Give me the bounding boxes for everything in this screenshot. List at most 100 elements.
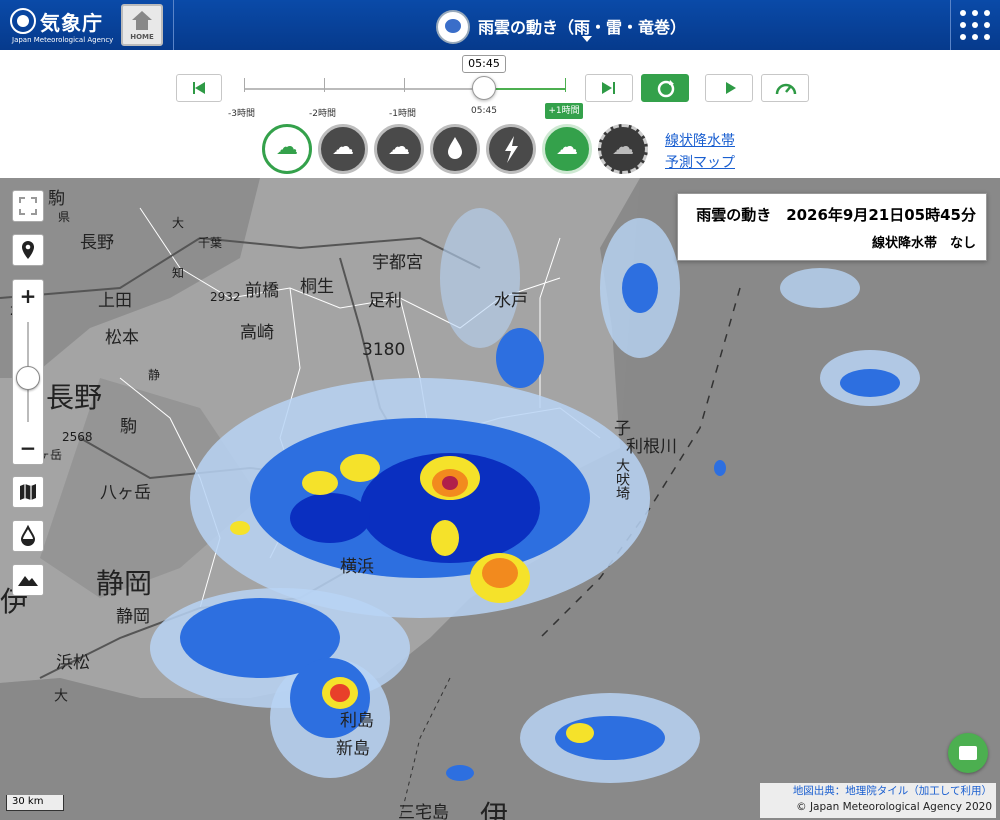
rainband-status: 線状降水帯 なし <box>871 236 976 251</box>
status-panel: 雨雲の動き 2026年9月21日05時45分 線状降水帯 なし <box>677 193 987 261</box>
tick-label-now: 05:45 <box>471 106 497 116</box>
play-button[interactable] <box>705 74 753 102</box>
map-label: 静岡 <box>96 567 153 600</box>
tick-label-minus1: -1時間 <box>389 109 416 119</box>
rain-drop-icon <box>448 137 462 159</box>
map-label: 2932 <box>210 290 241 304</box>
skip-to-end-button[interactable] <box>585 74 633 102</box>
map-label: 駒 <box>120 417 137 437</box>
map-label: 前橋 <box>245 281 279 301</box>
map-scale: 30 km <box>6 795 64 811</box>
refresh-icon <box>657 80 675 98</box>
linear-rainband-forecast-icon: ☁ <box>612 135 634 160</box>
map-label: 大 <box>172 216 185 230</box>
map-label: 長野 <box>46 381 103 414</box>
thunder-cloud-icon: ☁ <box>332 135 354 160</box>
layer-tornado-button[interactable]: ☁ <box>374 124 424 174</box>
map-label: 静 <box>148 368 161 382</box>
map-label: 八ヶ岳 <box>100 483 151 503</box>
terrain-button[interactable] <box>12 564 44 596</box>
zoom-control: + − <box>12 279 44 465</box>
map-label: 三宅島 <box>398 803 449 820</box>
map-label: 足利 <box>368 291 402 311</box>
credit-source-link[interactable]: 地図出典：地理院タイル（加工して利用） <box>760 783 992 799</box>
apps-menu-button[interactable] <box>960 10 990 40</box>
rainband-link[interactable]: 線状降水帯 <box>665 130 735 150</box>
map-label: 3180 <box>362 340 406 360</box>
layer-lightning-button[interactable] <box>486 124 536 174</box>
logo-text: 気象庁 <box>40 11 103 35</box>
rain-cloud-logo-icon <box>436 10 470 44</box>
fullscreen-button[interactable] <box>12 190 44 222</box>
refresh-button[interactable] <box>641 74 689 102</box>
map-label: 桐生 <box>300 277 334 297</box>
map-label: 水戸 <box>494 291 528 311</box>
tick-label-minus2: -2時間 <box>309 109 336 119</box>
app-header: 気象庁 Japan Meteorological Agency HOME 雨雲の… <box>0 0 1000 50</box>
home-icon <box>132 11 152 20</box>
credit-copyright: © Japan Meteorological Agency 2020 <box>796 801 992 813</box>
map-label: 2568 <box>62 430 93 444</box>
speed-button[interactable] <box>761 74 809 102</box>
grid-menu-icon <box>960 10 966 16</box>
map-label: 高崎 <box>240 323 274 343</box>
current-time-bubble: 05:45 <box>462 55 506 73</box>
map-label: 上田 <box>98 291 132 311</box>
tick-label-plus1[interactable]: +1時間 <box>545 103 583 119</box>
map-label: 利根川 <box>626 437 677 457</box>
zoom-in-button[interactable]: + <box>13 284 43 308</box>
map-label: 子 <box>614 419 631 439</box>
speed-gauge-icon <box>775 83 797 95</box>
map-label: 千葉 <box>198 236 223 250</box>
radar-map[interactable]: 駒 県 長野 上田 2120 松本 高崎 前橋 桐生 宇都宮 足利 水戸 長野 … <box>0 178 1000 820</box>
tag-icon <box>959 746 977 760</box>
map-label: 長野 <box>80 233 114 253</box>
map-label: 横浜 <box>340 557 374 577</box>
mountain-icon <box>18 576 38 586</box>
map-credit: 地図出典：地理院タイル（加工して利用） © Japan Meteorologic… <box>760 783 996 818</box>
zoom-slider-handle[interactable] <box>16 366 40 390</box>
time-slider-thumb[interactable] <box>472 76 496 100</box>
jma-logo[interactable]: 気象庁 Japan Meteorological Agency <box>8 6 116 46</box>
rain-display-button[interactable] <box>12 520 44 552</box>
linear-rainband-icon: ☁ <box>556 135 578 160</box>
chevron-down-icon <box>582 36 592 42</box>
status-title: 雨雲の動き 2026年9月21日05時45分 <box>696 206 976 224</box>
jma-emblem-icon <box>10 8 36 34</box>
page-title: 雨雲の動き（雨・雷・竜巻） <box>478 18 687 37</box>
drop-contrast-icon <box>20 524 36 546</box>
map-style-button[interactable] <box>12 476 44 508</box>
layer-thunder-button[interactable]: ☁ <box>318 124 368 174</box>
lightning-icon <box>505 136 518 163</box>
legend-toggle-button[interactable] <box>948 733 988 773</box>
time-slider[interactable] <box>244 78 566 92</box>
forecast-map-link[interactable]: 予測マップ <box>665 152 735 172</box>
rain-cloud-icon: ☁ <box>276 135 298 160</box>
layer-rain-button[interactable]: ☁ <box>262 124 312 174</box>
map-label: 駒 <box>48 189 65 209</box>
map-label: 松本 <box>105 328 139 348</box>
map-label: 県 <box>58 210 71 224</box>
map-label: 大吠埼 <box>614 458 630 500</box>
zoom-out-button[interactable]: − <box>13 436 43 460</box>
tick-label-minus3: -3時間 <box>228 109 255 119</box>
map-label: 宇都宮 <box>372 253 423 273</box>
map-label: 利島 <box>340 711 374 731</box>
map-label: 新島 <box>336 739 370 759</box>
home-label: HOME <box>130 33 154 41</box>
map-label: 静岡 <box>116 607 150 627</box>
layer-rain-drop-button[interactable] <box>430 124 480 174</box>
fullscreen-icon <box>19 197 37 215</box>
skip-to-end-icon <box>602 82 612 94</box>
home-button[interactable]: HOME <box>121 4 163 46</box>
map-icon <box>20 484 36 500</box>
logo-subtitle: Japan Meteorological Agency <box>12 36 114 44</box>
map-label: 知 <box>172 266 185 280</box>
layer-linear-rainband-button[interactable]: ☁ <box>542 124 592 174</box>
play-icon <box>726 82 736 94</box>
tornado-cloud-icon: ☁ <box>388 135 410 160</box>
current-location-button[interactable] <box>12 234 44 266</box>
skip-to-start-button[interactable] <box>176 74 222 102</box>
map-label: 浜松 <box>56 653 90 673</box>
layer-rainband-forecast-button[interactable]: ☁ <box>598 124 648 174</box>
